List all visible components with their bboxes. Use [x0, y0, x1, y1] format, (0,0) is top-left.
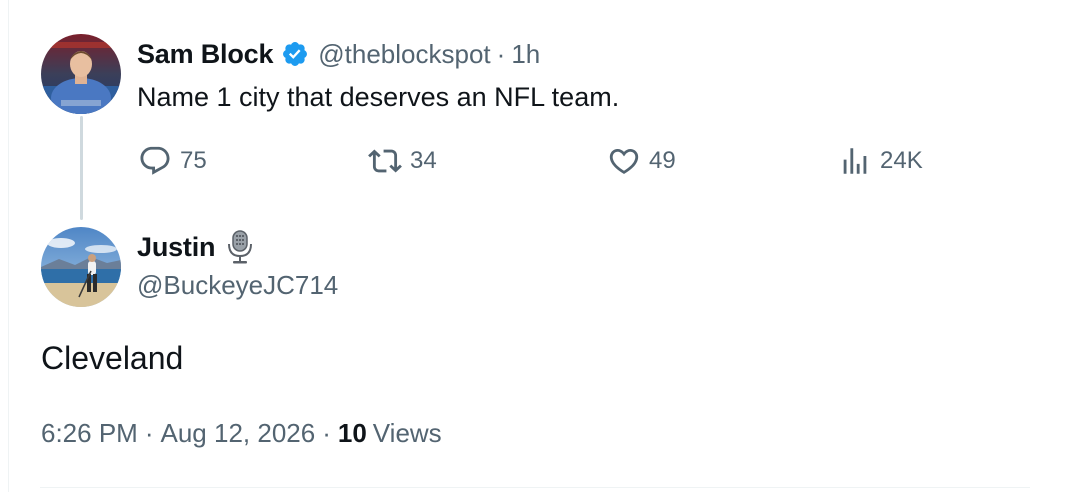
reply-author-display-name[interactable]: Justin — [137, 232, 216, 263]
views-count: 24K — [880, 147, 923, 174]
parent-tweet-text: Name 1 city that deserves an NFL team. — [137, 82, 620, 112]
tweet-metadata: 6:26 PM · Aug 12, 2026 · 10 Views — [41, 418, 442, 449]
divider — [40, 487, 1030, 488]
tweet-time[interactable]: 6:26 PM — [41, 418, 138, 449]
retweet-count: 34 — [410, 147, 437, 174]
reply-count: 75 — [180, 147, 207, 174]
microphone-icon — [225, 229, 255, 265]
retweet-button[interactable]: 34 — [368, 143, 437, 179]
views-button[interactable]: 24K — [838, 143, 923, 179]
retweet-icon — [368, 144, 402, 178]
reply-tweet-text: Cleveland — [41, 340, 184, 376]
analytics-bar-icon — [838, 144, 872, 178]
reply-header: Justin — [137, 229, 255, 265]
left-border — [8, 0, 9, 492]
reply-icon — [138, 144, 172, 178]
dot-separator: · — [496, 38, 506, 69]
views-label: Views — [372, 418, 442, 448]
reply-author-handle[interactable]: @BuckeyeJC714 — [137, 270, 338, 301]
author-handle[interactable]: @theblockspot — [318, 39, 490, 70]
heart-icon — [607, 144, 641, 178]
reply-button[interactable]: 75 — [138, 143, 207, 179]
avatar-sam-block[interactable] — [41, 34, 121, 114]
thread-connector-line — [80, 116, 83, 220]
dot-separator: · — [322, 418, 331, 448]
like-button[interactable]: 49 — [607, 143, 676, 179]
verified-badge-icon[interactable] — [281, 40, 309, 68]
tweet-timestamp[interactable]: 1h — [511, 39, 540, 70]
parent-tweet-header: Sam Block @theblockspot · 1h — [137, 36, 540, 72]
dot-separator: · — [144, 418, 154, 448]
tweet-date[interactable]: Aug 12, 2026 — [161, 418, 316, 449]
author-display-name[interactable]: Sam Block — [137, 39, 273, 70]
like-count: 49 — [649, 147, 676, 174]
views-number: 10 — [337, 418, 367, 448]
avatar-justin[interactable] — [41, 227, 121, 307]
